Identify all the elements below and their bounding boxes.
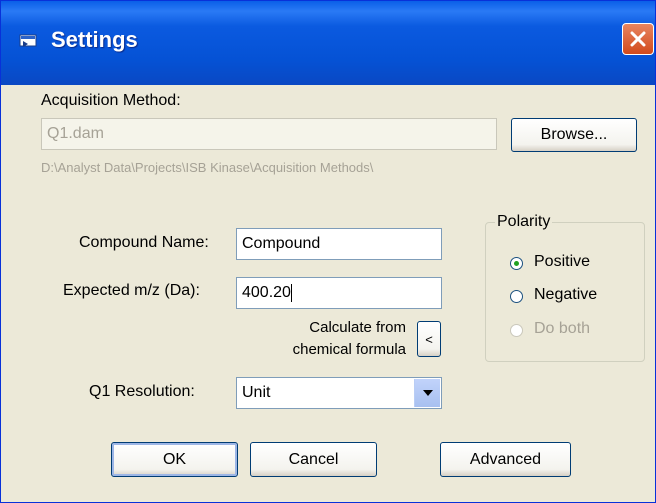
- polarity-title: Polarity: [495, 213, 553, 231]
- acquisition-path: D:\Analyst Data\Projects\ISB Kinase\Acqu…: [41, 160, 374, 175]
- do-both-radio[interactable]: [510, 324, 523, 337]
- calculate-formula-button[interactable]: <: [417, 321, 441, 357]
- browse-button[interactable]: Browse...: [511, 118, 637, 152]
- acquisition-method-label: Acquisition Method:: [41, 92, 181, 109]
- dialog-content: Acquisition Method: Q1.dam Browse... D:\…: [1, 85, 655, 502]
- dropdown-button[interactable]: [414, 379, 440, 407]
- text-cursor: [290, 283, 292, 302]
- expected-mz-input[interactable]: 400.20: [236, 277, 442, 309]
- ok-button[interactable]: OK: [111, 442, 238, 477]
- compound-name-input[interactable]: Compound: [236, 228, 442, 260]
- q1-resolution-value: Unit: [242, 384, 271, 401]
- negative-radio[interactable]: [510, 290, 523, 303]
- q1-resolution-label: Q1 Resolution:: [89, 383, 195, 400]
- expected-mz-value: 400.20: [242, 284, 291, 301]
- close-button[interactable]: [622, 23, 654, 55]
- radio-selected-dot: [514, 261, 519, 266]
- title-bar[interactable]: Settings: [1, 1, 655, 85]
- compound-name-label: Compound Name:: [79, 234, 209, 251]
- app-icon: [19, 34, 37, 47]
- negative-label[interactable]: Negative: [534, 286, 597, 304]
- calculate-label-line1: Calculate from: [309, 319, 406, 336]
- close-icon: [630, 31, 646, 47]
- positive-radio[interactable]: [510, 257, 523, 270]
- expected-mz-label: Expected m/z (Da):: [63, 282, 200, 299]
- positive-label[interactable]: Positive: [534, 253, 590, 271]
- calculate-label-line2: chemical formula: [292, 341, 406, 358]
- chevron-down-icon: [422, 390, 433, 396]
- do-both-label: Do both: [534, 320, 591, 337]
- acquisition-method-field[interactable]: Q1.dam: [41, 118, 497, 150]
- advanced-button[interactable]: Advanced: [440, 442, 571, 477]
- cancel-button[interactable]: Cancel: [250, 442, 377, 477]
- settings-dialog: Settings Acquisition Method: Q1.dam Brow…: [0, 0, 656, 503]
- window-title: Settings: [51, 27, 138, 52]
- q1-resolution-select[interactable]: Unit: [236, 377, 442, 409]
